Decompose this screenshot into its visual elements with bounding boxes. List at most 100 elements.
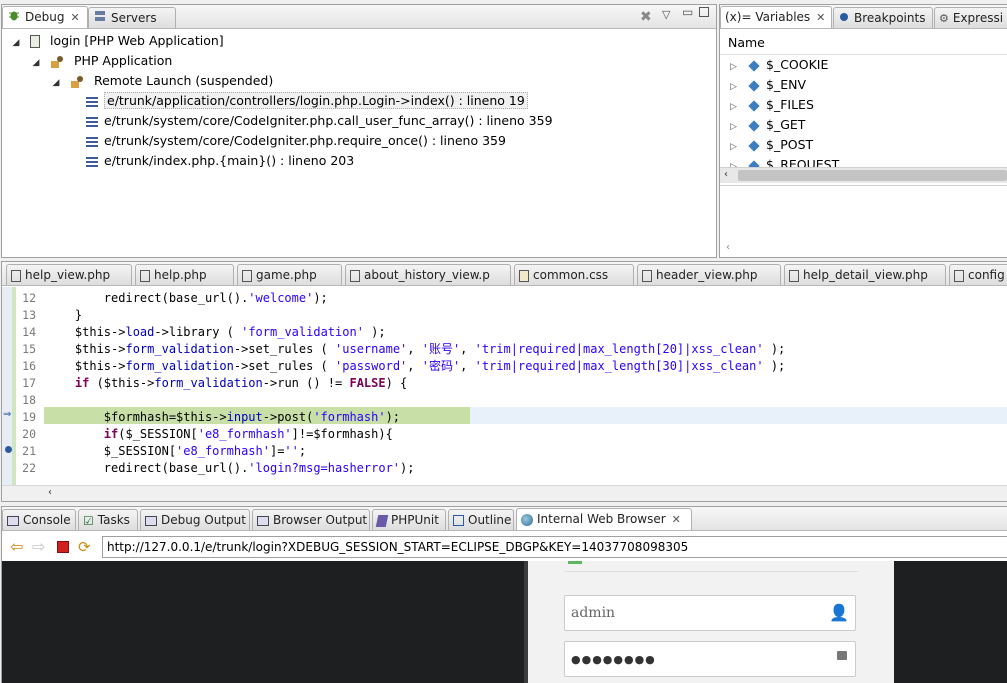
variable-row[interactable]: ▷ $_COOKIE [720,55,1007,75]
scroll-left-icon[interactable]: ‹ [48,487,52,498]
tab-internal-web-browser[interactable]: Internal Web Browser ✕ [516,508,692,530]
scroll-left-icon[interactable]: ‹ [726,242,730,253]
collapse-icon[interactable]: ◢ [10,33,22,53]
code-line-13[interactable]: } [46,307,1007,324]
expressions-icon: ⚙ [939,11,949,25]
stack-frame-label: e/trunk/system/core/CodeIgniter.php.call… [104,113,553,128]
expand-icon[interactable]: ▷ [730,57,744,77]
variable-name: $_FILES [766,97,814,112]
variable-row[interactable]: ▷ $_POST [720,135,1007,155]
variable-name: $_ENV [766,77,807,92]
thread-suspended-icon [70,75,84,89]
tree-item-launch[interactable]: ◢ login [PHP Web Application] [10,31,224,51]
editor-tab-label: help.php [154,268,207,282]
stack-frame-1[interactable]: e/trunk/application/controllers/login.ph… [86,91,528,111]
variable-name: $_POST [766,137,814,152]
debug-tabbar: Debug ✕ Servers ✖ ▽ ▭ [2,5,716,29]
tab-variables[interactable]: (x)= Variables ✕ [720,6,832,28]
variable-row[interactable]: ▷ $_REQUEST [720,155,1007,167]
variable-row[interactable]: ▷ $_ENV [720,75,1007,95]
expand-icon[interactable]: ▷ [730,117,744,137]
scrollbar-thumb[interactable] [738,170,1007,181]
tab-servers-label: Servers [111,11,157,25]
stack-frame-3[interactable]: e/trunk/system/core/CodeIgniter.php.requ… [86,131,506,151]
scroll-left-icon[interactable]: ‹ [724,169,728,180]
expand-icon[interactable]: ▷ [730,137,744,157]
code-line-12[interactable]: redirect(base_url().'welcome'); [46,290,1007,307]
horizontal-scrollbar[interactable]: ‹ [720,167,1007,183]
tab-about-history-view[interactable]: about_history_view.p [345,264,511,285]
tree-item-remote-launch[interactable]: ◢ Remote Launch (suspended) [50,71,274,93]
close-icon[interactable]: ✕ [816,8,825,28]
code-line-16[interactable]: $this->form_validation->set_rules ( 'pas… [46,358,1007,375]
expand-icon[interactable]: ▷ [730,157,744,167]
editor-horizontal-scrollbar[interactable]: ‹ [2,485,1007,501]
breakpoint-icon [838,9,850,29]
close-icon[interactable]: ✕ [672,510,681,530]
stack-frame-label: e/trunk/application/controllers/login.ph… [104,92,528,109]
editor-tab-label: about_history_view.p [364,268,490,282]
variable-name: $_GET [766,117,806,132]
forward-icon[interactable]: ⇨ [32,539,48,555]
line-number: 14 [22,325,36,339]
tab-tasks[interactable]: ☑ Tasks [78,509,138,530]
debug-target-icon [50,55,64,69]
expand-icon[interactable]: ▷ [730,77,744,97]
variable-row[interactable]: ▷ $_GET [720,115,1007,135]
variable-row[interactable]: ▷ $_FILES [720,95,1007,115]
code-line-19[interactable]: $formhash=$this->input->post('formhash')… [46,409,1007,426]
tab-common-css[interactable]: common.css [514,264,634,285]
collapse-icon[interactable]: ◢ [30,53,42,73]
code-line-21[interactable]: $_SESSION['e8_formhash']=''; [46,443,1007,460]
tab-label: Outline [468,513,512,527]
url-field[interactable] [102,536,1007,558]
tab-label: PHPUnit [391,513,439,527]
code-line-20[interactable]: if($_SESSION['e8_formhash']!=$formhash){ [46,426,1007,443]
tab-config[interactable]: config [949,264,1007,285]
username-field[interactable]: admin 👤 [564,595,856,631]
tab-help-detail-view[interactable]: help_detail_view.php [784,264,946,285]
maximize-icon[interactable] [699,7,709,17]
collapse-icon[interactable]: ◢ [50,73,62,93]
tab-console[interactable]: Console [2,509,76,530]
editor-area: help_view.php help.php game.php about_hi… [1,261,1007,502]
tab-outline[interactable]: Outline [448,509,514,530]
globe-icon [521,513,533,526]
minimize-icon[interactable]: ▭ [682,5,693,19]
code-line-22[interactable]: redirect(base_url().'login?msg=hasherror… [46,460,1007,477]
detail-pane [720,185,1007,257]
close-icon[interactable]: ✕ [70,8,79,28]
tree-item-php-application[interactable]: ◢ PHP Application [30,51,173,73]
password-field[interactable]: ●●●●●●●● [564,641,856,677]
php-file-icon [350,269,360,282]
remove-all-terminated-icon[interactable]: ✖ [640,9,652,25]
tab-phpunit[interactable]: PHPUnit [372,509,446,530]
stack-frame-2[interactable]: e/trunk/system/core/CodeIgniter.php.call… [86,111,553,131]
code-line-14[interactable]: $this->load->library ( 'form_validation'… [46,324,1007,341]
tab-label: Debug Output [161,513,246,527]
php-file-icon [29,35,40,48]
card-divider [564,571,858,572]
tab-breakpoints[interactable]: Breakpoints [833,7,933,29]
tab-expressions-label: Expressi [952,11,1004,25]
tab-help[interactable]: help.php [135,264,234,285]
tab-game[interactable]: game.php [237,264,342,285]
code-line-17[interactable]: if ($this->form_validation->run () != FA… [46,375,1007,392]
breakpoint-icon[interactable] [5,446,12,453]
refresh-icon[interactable]: ⟳ [78,539,94,555]
tab-expressions[interactable]: ⚙ Expressi [934,7,1007,28]
tab-debug-output[interactable]: Debug Output [140,509,250,530]
stop-icon[interactable] [57,541,69,553]
tab-debug[interactable]: Debug ✕ [2,6,88,28]
tab-servers[interactable]: Servers [88,7,176,28]
tab-help-view[interactable]: help_view.php [6,264,132,285]
stack-frame-4[interactable]: e/trunk/index.php.{main}() : lineno 203 [86,151,354,171]
variables-column-header[interactable]: Name [720,31,1007,55]
expand-icon[interactable]: ▷ [730,97,744,117]
view-menu-icon[interactable]: ▽ [662,8,670,21]
tab-header-view[interactable]: header_view.php [637,264,781,285]
tab-browser-output[interactable]: Browser Output [252,509,370,530]
code-line-15[interactable]: $this->form_validation->set_rules ( 'use… [46,341,1007,358]
back-icon[interactable]: ⇦ [10,539,26,555]
code-line-18[interactable] [46,392,1007,409]
